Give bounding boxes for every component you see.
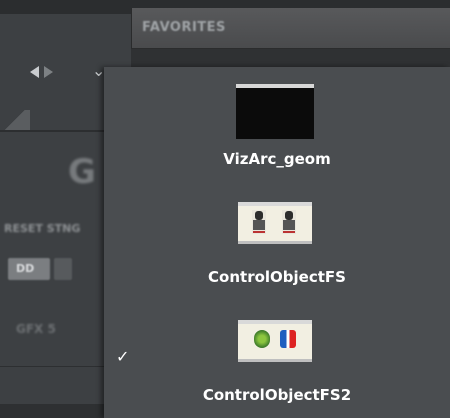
controlobject-badges-thumbnail: [238, 320, 312, 362]
black-geometry-thumbnail: [236, 84, 314, 139]
gfx-label: GFX 5: [16, 322, 56, 336]
menu-item-label: ControlObjectFS2: [202, 386, 352, 404]
player-figure-icon: [282, 210, 296, 234]
team-badge-icon: [254, 330, 270, 348]
check-icon: ✓: [116, 347, 130, 366]
template-popup-menu: VizArc_geom ControlObjectFS ControlObjec…: [104, 67, 450, 418]
controlobject-players-thumbnail: [238, 202, 312, 244]
panel-big-letter: G: [68, 152, 96, 192]
panel-button-label: DD: [16, 262, 35, 275]
panel-button[interactable]: DD: [8, 258, 50, 280]
toolbar-gap: [131, 49, 450, 67]
team-badge-icon: [280, 330, 296, 348]
arrow-left-icon[interactable]: [30, 66, 39, 78]
menu-item-controlobjectfs[interactable]: ControlObjectFS: [104, 191, 450, 303]
reset-label: RESET STNG: [4, 222, 81, 235]
panel-button-small[interactable]: [54, 258, 72, 280]
arrow-right-icon[interactable]: [44, 66, 53, 78]
menu-item-label: ControlObjectFS: [208, 268, 346, 286]
menu-item-label: VizArc_geom: [223, 150, 331, 168]
favorites-label: FAVORITES: [142, 20, 226, 35]
player-figure-icon: [252, 210, 266, 234]
panel-tab[interactable]: [0, 110, 30, 130]
menu-item-controlobjectfs2[interactable]: ControlObjectFS2: [104, 305, 450, 418]
menu-item-vizarc-geom[interactable]: VizArc_geom: [104, 67, 450, 185]
